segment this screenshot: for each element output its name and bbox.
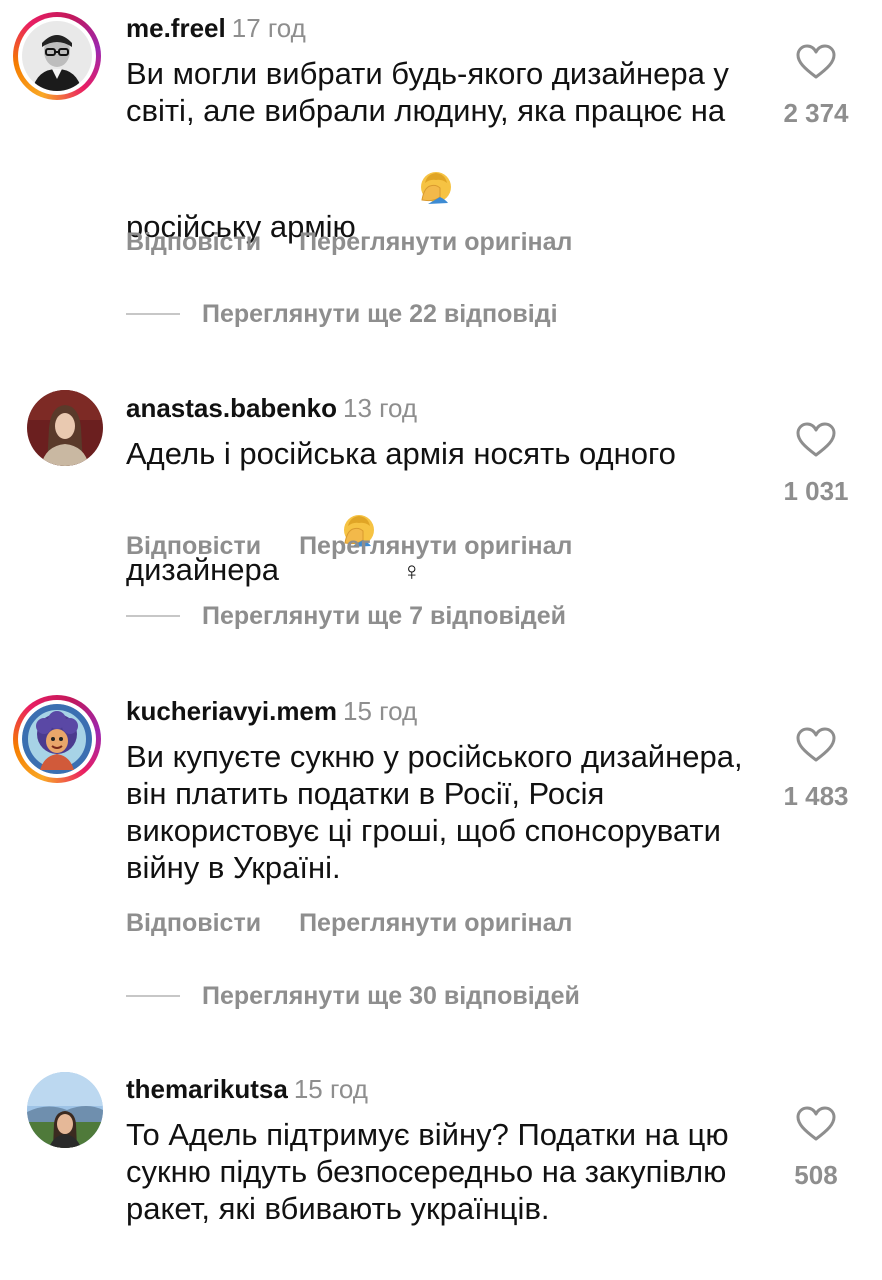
heart-outline-icon[interactable] — [796, 44, 836, 80]
timestamp: 15 год — [293, 1074, 368, 1104]
view-replies-label: Переглянути ще 7 відповідей — [202, 602, 566, 630]
replies-divider-line — [126, 313, 180, 315]
like-control: 1 031 — [772, 422, 860, 506]
comment-text: Адель і російська армія носять одного ди… — [126, 435, 766, 594]
comment-text: Ви могли вибрати будь-якого дизайнера у … — [126, 55, 766, 251]
view-replies-button[interactable]: Переглянути ще 7 відповідей — [126, 601, 566, 631]
like-control: 508 — [772, 1106, 860, 1190]
username[interactable]: me.freel — [126, 13, 226, 43]
replies-divider-line — [126, 995, 180, 997]
avatar[interactable] — [13, 12, 101, 100]
view-replies-label: Переглянути ще 22 відповіді — [202, 300, 558, 328]
avatar[interactable] — [27, 390, 103, 466]
comment-text: Ви купуєте сукню у російського дизайнера… — [126, 739, 752, 885]
heart-outline-icon[interactable] — [796, 422, 836, 458]
comment-text: То Адель підтримує війну? Податки на цю … — [126, 1117, 738, 1226]
view-original-button[interactable]: Переглянути оригінал — [299, 909, 572, 937]
timestamp: 17 год — [231, 13, 306, 43]
like-count: 2 374 — [783, 98, 849, 128]
view-replies-button[interactable]: Переглянути ще 22 відповіді — [126, 299, 558, 329]
avatar[interactable] — [27, 1072, 103, 1148]
like-count: 1 483 — [783, 781, 849, 811]
like-control: 1 483 — [772, 727, 860, 811]
reply-button[interactable]: Відповісти — [126, 909, 261, 937]
username[interactable]: anastas.babenko — [126, 393, 337, 423]
like-control: 2 374 — [772, 44, 860, 128]
avatar[interactable] — [13, 695, 101, 783]
timestamp: 13 год — [342, 393, 418, 423]
view-replies-label: Переглянути ще 30 відповідей — [202, 982, 580, 1010]
reply-button[interactable]: Відповісти — [126, 532, 261, 560]
view-original-button[interactable]: Переглянути оригінал — [299, 532, 572, 560]
username[interactable]: kucheriavyi.mem — [126, 696, 337, 726]
like-count: 1 031 — [783, 476, 849, 506]
heart-outline-icon[interactable] — [796, 727, 836, 763]
view-replies-button[interactable]: Переглянути ще 30 відповідей — [126, 981, 580, 1011]
replies-divider-line — [126, 615, 180, 617]
heart-outline-icon[interactable] — [796, 1106, 836, 1142]
reply-button[interactable]: Відповісти — [126, 228, 261, 256]
username[interactable]: themarikutsa — [126, 1074, 288, 1104]
view-original-button[interactable]: Переглянути оригінал — [299, 228, 572, 256]
timestamp: 15 год — [343, 696, 418, 726]
like-count: 508 — [794, 1160, 838, 1190]
